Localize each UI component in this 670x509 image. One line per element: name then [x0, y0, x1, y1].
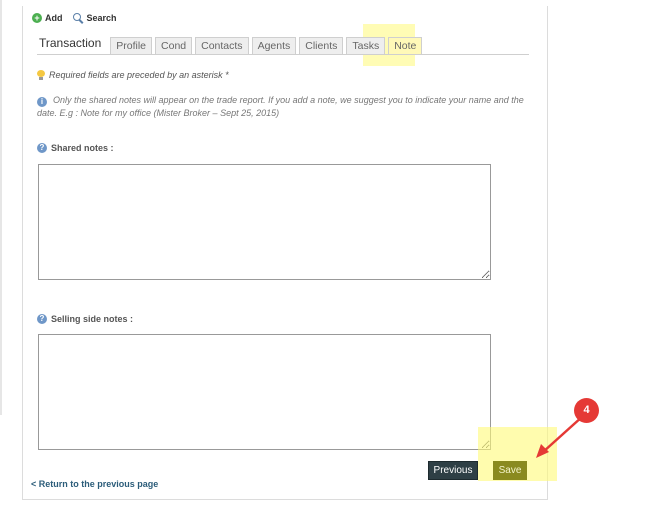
left-edge-divider: [0, 0, 2, 415]
add-button[interactable]: + Add: [32, 13, 63, 23]
tab-note[interactable]: Note: [388, 37, 423, 54]
save-button[interactable]: Save: [493, 461, 527, 480]
shared-notes-info: i Only the shared notes will appear on th…: [37, 94, 527, 119]
search-button[interactable]: Search: [72, 12, 117, 24]
tab-clients[interactable]: Clients: [299, 37, 344, 54]
tab-transaction[interactable]: Transaction: [37, 35, 107, 54]
previous-button[interactable]: Previous: [428, 461, 478, 480]
required-fields-notice: Required fields are preceded by an aster…: [37, 70, 229, 80]
step-number-badge: 4: [574, 398, 599, 423]
tab-contacts[interactable]: Contacts: [195, 37, 249, 54]
tab-agents[interactable]: Agents: [251, 37, 297, 54]
search-label: Search: [86, 13, 117, 23]
shared-notes-label-text: Shared notes :: [51, 143, 114, 153]
magnifier-icon: [72, 12, 84, 24]
tab-bar: Transaction Profile Cond Contacts Agents…: [37, 36, 529, 55]
tab-profile[interactable]: Profile: [110, 37, 153, 54]
add-label: Add: [45, 13, 63, 23]
tab-cond[interactable]: Cond: [155, 37, 193, 54]
shared-notes-textarea[interactable]: [38, 164, 491, 280]
required-fields-text: Required fields are preceded by an aster…: [49, 70, 229, 80]
selling-notes-textarea[interactable]: [38, 334, 491, 450]
return-previous-page-link[interactable]: < Return to the previous page: [31, 479, 158, 489]
shared-notes-label: ? Shared notes :: [37, 143, 114, 153]
note-form-panel: + Add Search Transaction Profile Cond Co…: [22, 6, 548, 500]
plus-circle-icon: +: [32, 13, 42, 23]
question-icon: ?: [37, 143, 47, 153]
right-blank-area: [548, 0, 670, 509]
info-icon: i: [37, 97, 47, 107]
question-icon: ?: [37, 314, 47, 324]
lightbulb-icon: [37, 70, 45, 80]
toolbar: + Add Search: [32, 11, 117, 25]
selling-notes-label-text: Selling side notes :: [51, 314, 134, 324]
shared-notes-info-text: Only the shared notes will appear on the…: [37, 95, 524, 118]
tab-tasks[interactable]: Tasks: [346, 37, 386, 54]
selling-notes-label: ? Selling side notes :: [37, 314, 133, 324]
